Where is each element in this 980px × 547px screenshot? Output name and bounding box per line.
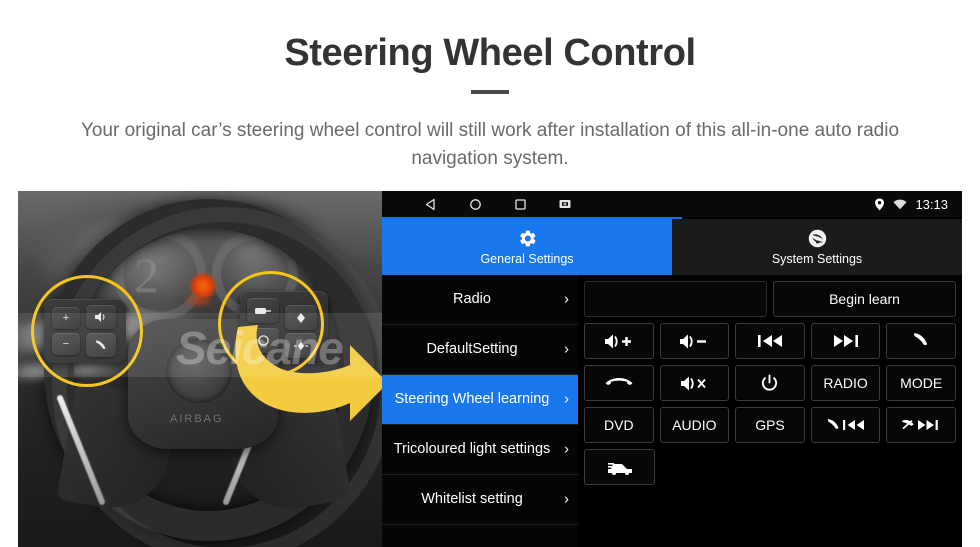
next-track-icon [832,333,860,349]
power-button[interactable] [735,365,805,401]
recents-icon[interactable] [514,198,527,211]
phone-hangup-icon [605,376,633,390]
panel-row-3: RADIO MODE [584,365,956,401]
wifi-icon [893,199,908,210]
navigation-bar [424,198,571,211]
panel-spacer [887,449,956,485]
sidebar-item-radio[interactable]: Radio › [382,275,578,325]
car-icon [607,458,633,476]
car-settings-button[interactable] [584,449,656,485]
sidebar-item-defaultsetting[interactable]: DefaultSetting › [382,325,578,375]
previous-track-button[interactable] [735,323,805,359]
tab-system-settings[interactable]: System Settings [672,219,962,275]
panel-spacer [736,449,805,485]
sidebar-item-label: Steering Wheel learning [394,391,550,407]
page-title: Steering Wheel Control [284,32,696,74]
tab-general-settings[interactable]: General Settings [382,219,672,275]
status-indicators: 13:13 [874,191,948,217]
steering-wheel-photo: 2 AIRBAG + − Seicane [18,191,382,547]
title-divider [471,90,509,94]
clock-label: 13:13 [915,196,948,212]
mode-button[interactable]: MODE [886,365,956,401]
tab-general-settings-label: General Settings [480,252,574,266]
panel-row-4: DVD AUDIO GPS [584,407,956,443]
volume-mute-icon [680,375,708,392]
settings-sidebar: Radio › DefaultSetting › Steering Wheel … [382,275,578,547]
page-subtitle: Your original car’s steering wheel contr… [80,120,900,169]
hangup-next-button[interactable] [886,407,956,443]
call-previous-button[interactable] [810,407,881,443]
panel-row-2 [584,323,956,359]
chevron-right-icon: › [564,341,569,357]
chevron-right-icon: › [564,491,569,507]
settings-tabs: General Settings System Settings [382,219,962,275]
panel-spacer [661,449,730,485]
sidebar-item-tricoloured-light-settings[interactable]: Tricoloured light settings › [382,425,578,475]
gear-icon [517,228,538,249]
answer-call-button[interactable] [886,323,956,359]
panel-spacer [812,449,881,485]
watermark-text: Seicane [176,322,344,374]
location-pin-icon [874,198,885,211]
head-unit-screen: 13:13 General Settings System Settings R… [382,191,962,547]
brand-logo-icon [807,228,828,249]
panel-row-5 [584,449,956,485]
page-root: Steering Wheel Control Your original car… [0,0,980,547]
volume-down-icon [679,333,709,350]
chevron-right-icon: › [564,391,569,407]
dvd-button[interactable]: DVD [584,407,654,443]
radio-button[interactable]: RADIO [810,365,881,401]
status-bar: 13:13 [382,191,962,217]
highlight-circle-left [31,275,143,387]
gps-button[interactable]: GPS [735,407,805,443]
back-icon[interactable] [424,198,437,211]
sidebar-item-label: Radio [453,291,491,307]
begin-learn-button[interactable]: Begin learn [773,281,956,317]
chevron-right-icon: › [564,441,569,457]
sidebar-item-whitelist-setting[interactable]: Whitelist setting › [382,475,578,525]
volume-down-button[interactable] [659,323,730,359]
sidebar-item-steering-wheel-learning[interactable]: Steering Wheel learning › [382,375,578,425]
tab-system-settings-label: System Settings [771,252,863,266]
mute-button[interactable] [659,365,730,401]
next-track-button[interactable] [810,323,881,359]
audio-button[interactable]: AUDIO [659,407,730,443]
learn-input[interactable] [584,281,767,317]
previous-track-icon [756,333,784,349]
chevron-right-icon: › [564,291,569,307]
sidebar-item-label: Tricoloured light settings [393,441,551,457]
settings-body: Radio › DefaultSetting › Steering Wheel … [382,275,962,547]
call-previous-icon [826,417,866,433]
sidebar-item-label: DefaultSetting [426,341,518,357]
product-illustration-band: 2 AIRBAG + − Seicane 13:13 General Setti… [18,191,962,547]
volume-up-button[interactable] [584,323,654,359]
hang-up-button[interactable] [584,365,654,401]
sidebar-item-label: Whitelist setting [421,491,523,507]
screenshot-icon[interactable] [559,198,571,210]
volume-up-icon [604,333,634,350]
steering-wheel-key-panel: Begin learn RADIO MODE DVD AUDIO GPS [578,275,962,547]
hangup-next-icon [901,417,941,433]
panel-row-1: Begin learn [584,281,956,317]
power-icon [760,373,779,393]
phone-call-icon [911,331,931,351]
home-icon[interactable] [469,198,482,211]
airbag-label: AIRBAG [170,413,224,425]
